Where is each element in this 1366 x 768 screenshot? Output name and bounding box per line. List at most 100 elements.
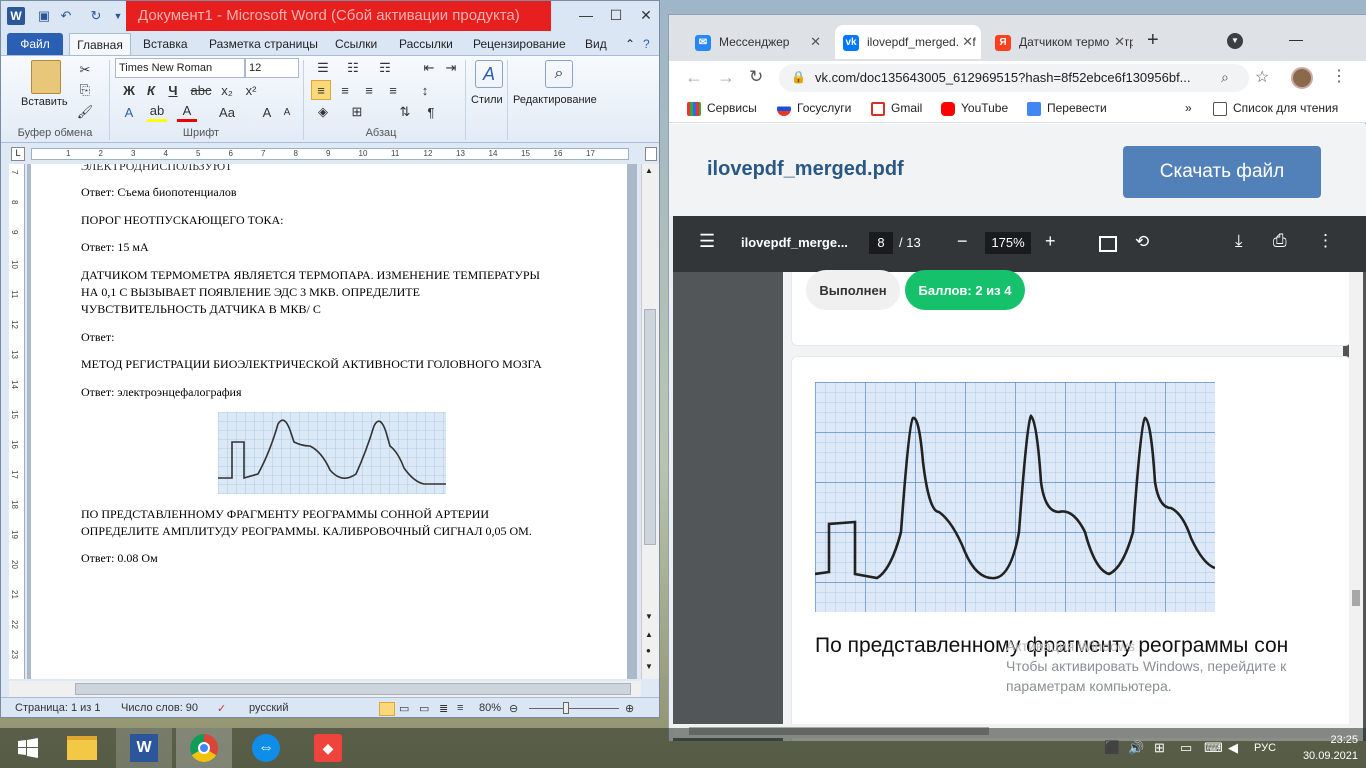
styles-button[interactable]: Стили: [471, 94, 503, 106]
shading-icon[interactable]: ◈: [313, 102, 333, 122]
zoom-in-icon[interactable]: +: [1045, 231, 1056, 252]
close-tab-icon[interactable]: ✕: [1110, 25, 1125, 59]
taskbar-chrome[interactable]: [176, 728, 232, 768]
cut-icon[interactable]: ✂: [75, 60, 95, 80]
tab-file[interactable]: Файл: [7, 33, 63, 55]
taskbar-teamviewer[interactable]: ⇔: [238, 728, 294, 768]
battery-icon[interactable]: ▭: [1180, 740, 1192, 756]
borders-icon[interactable]: ⊞: [347, 102, 367, 122]
zoom-out-icon[interactable]: ⊖: [509, 702, 518, 715]
prev-page-icon[interactable]: ▲: [645, 630, 653, 639]
fit-page-icon[interactable]: [1099, 236, 1117, 252]
scroll-thumb[interactable]: [75, 683, 631, 695]
zoom-input[interactable]: 175%: [985, 232, 1031, 254]
scroll-up-icon[interactable]: ▲: [645, 166, 653, 175]
redo-icon[interactable]: ↻: [87, 7, 105, 25]
tab-page-layout[interactable]: Разметка страницы: [203, 33, 324, 55]
horizontal-scrollbar[interactable]: [9, 681, 641, 697]
page-count[interactable]: Страница: 1 из 1: [15, 702, 101, 714]
multilevel-list-icon[interactable]: ☶: [375, 58, 395, 78]
back-icon[interactable]: ←: [685, 67, 703, 88]
view-ruler-icon[interactable]: [645, 147, 657, 161]
minimize-button[interactable]: —: [571, 1, 601, 29]
bookmark-services[interactable]: Сервисы: [687, 101, 757, 116]
print-icon[interactable]: ⎙: [1273, 231, 1287, 251]
text-effects-icon[interactable]: A: [119, 102, 139, 122]
zoom-in-icon[interactable]: ⊕: [625, 702, 634, 715]
scroll-thumb[interactable]: [644, 309, 656, 545]
format-painter-icon[interactable]: 🖌: [75, 102, 95, 122]
reload-icon[interactable]: ↻: [749, 67, 763, 87]
show-marks-icon[interactable]: ¶: [421, 102, 441, 122]
line-spacing-icon[interactable]: ↕: [415, 80, 435, 100]
help-icon[interactable]: ?: [637, 33, 656, 55]
subscript-icon[interactable]: x₂: [217, 80, 237, 100]
vertical-scrollbar[interactable]: ▲ ▼ ▲ ● ▼: [641, 164, 659, 679]
font-color-icon[interactable]: A: [177, 102, 197, 122]
pdf-menu-icon[interactable]: ☰: [699, 231, 715, 252]
tab-ilovepdf[interactable]: vk ilovepdf_merged.pdf ✕: [835, 25, 981, 59]
bookmark-youtube[interactable]: YouTube: [941, 101, 1008, 116]
download-button[interactable]: Скачать файл: [1123, 146, 1321, 198]
tab-review[interactable]: Рецензирование: [467, 33, 572, 55]
font-name-select[interactable]: Times New Roman: [115, 58, 245, 78]
change-case-icon[interactable]: Aa: [217, 102, 237, 122]
rheogram-image[interactable]: [218, 412, 446, 494]
italic-icon[interactable]: К: [141, 80, 161, 100]
taskbar-explorer[interactable]: [54, 728, 110, 768]
align-left-icon[interactable]: ≡: [311, 80, 331, 100]
clock[interactable]: 23:25 30.09.2021: [1303, 732, 1358, 764]
tab-selector-icon[interactable]: L: [11, 147, 25, 161]
tab-mailings[interactable]: Рассылки: [393, 33, 459, 55]
bullets-icon[interactable]: ☰: [313, 58, 333, 78]
increase-indent-icon[interactable]: ⇥: [441, 58, 461, 78]
zoom-icon[interactable]: ⌕: [1221, 69, 1229, 86]
highlight-icon[interactable]: ab: [147, 102, 167, 122]
styles-icon[interactable]: A: [475, 60, 503, 88]
tab-references[interactable]: Ссылки: [329, 33, 383, 55]
align-center-icon[interactable]: ≡: [335, 80, 355, 100]
start-button[interactable]: [0, 728, 56, 768]
address-bar[interactable]: vk.com/doc135643005_612969515?hash=8f52e…: [779, 64, 1249, 92]
bookmark-star-icon[interactable]: ☆: [1255, 67, 1269, 87]
save-icon[interactable]: ▣: [35, 7, 53, 25]
numbering-icon[interactable]: ☷: [343, 58, 363, 78]
tab-home[interactable]: Главная: [69, 33, 131, 55]
strikethrough-icon[interactable]: abc: [191, 80, 212, 100]
paste-button[interactable]: Вставить: [21, 96, 68, 108]
acrobat-tray-icon[interactable]: ⬛: [1104, 740, 1120, 756]
editing-button[interactable]: Редактирование: [513, 94, 597, 106]
justify-icon[interactable]: ≡: [383, 80, 403, 100]
forward-icon[interactable]: →: [717, 67, 735, 88]
binoculars-icon[interactable]: ⌕: [545, 60, 573, 88]
lock-icon[interactable]: 🔒: [791, 70, 806, 84]
zoom-level[interactable]: 80%: [479, 702, 501, 714]
grow-font-icon[interactable]: A: [257, 102, 277, 122]
outline-icon[interactable]: ≣: [439, 702, 448, 715]
decrease-indent-icon[interactable]: ⇤: [419, 58, 439, 78]
rotate-icon[interactable]: ⟲: [1135, 232, 1149, 252]
zoom-slider[interactable]: [529, 708, 619, 709]
bookmark-gmail[interactable]: Gmail: [871, 101, 922, 116]
page-number-input[interactable]: 8: [869, 232, 893, 254]
copy-icon[interactable]: ⎘: [75, 80, 95, 100]
tab-insert[interactable]: Вставка: [137, 33, 194, 55]
maximize-button[interactable]: ☐: [601, 1, 631, 29]
sort-icon[interactable]: ⇅: [395, 102, 415, 122]
document-page[interactable]: ЭЛЕКТРОДНИСПОЛЬЗУЮТ Ответ: Съема биопоте…: [31, 164, 627, 679]
input-language[interactable]: РУС: [1254, 742, 1276, 754]
network-icon[interactable]: ⊞: [1154, 740, 1165, 756]
volume-icon[interactable]: 🔊: [1128, 740, 1144, 756]
close-tab-icon[interactable]: ✕: [810, 25, 821, 59]
font-size-select[interactable]: 12: [245, 58, 299, 78]
menu-icon[interactable]: ⋮: [1331, 66, 1347, 86]
word-count[interactable]: Число слов: 90: [121, 702, 198, 714]
profile-avatar[interactable]: [1291, 67, 1313, 89]
close-button[interactable]: ✕: [631, 1, 659, 29]
underline-icon[interactable]: Ч: [163, 80, 183, 100]
zoom-slider-thumb[interactable]: [563, 702, 569, 714]
proofing-icon[interactable]: ✓: [217, 702, 226, 715]
next-page-icon[interactable]: ▼: [645, 662, 653, 671]
tab-yandex[interactable]: Я Датчиком термометра ✕: [987, 25, 1133, 59]
taskbar-anydesk[interactable]: ◆: [300, 728, 356, 768]
